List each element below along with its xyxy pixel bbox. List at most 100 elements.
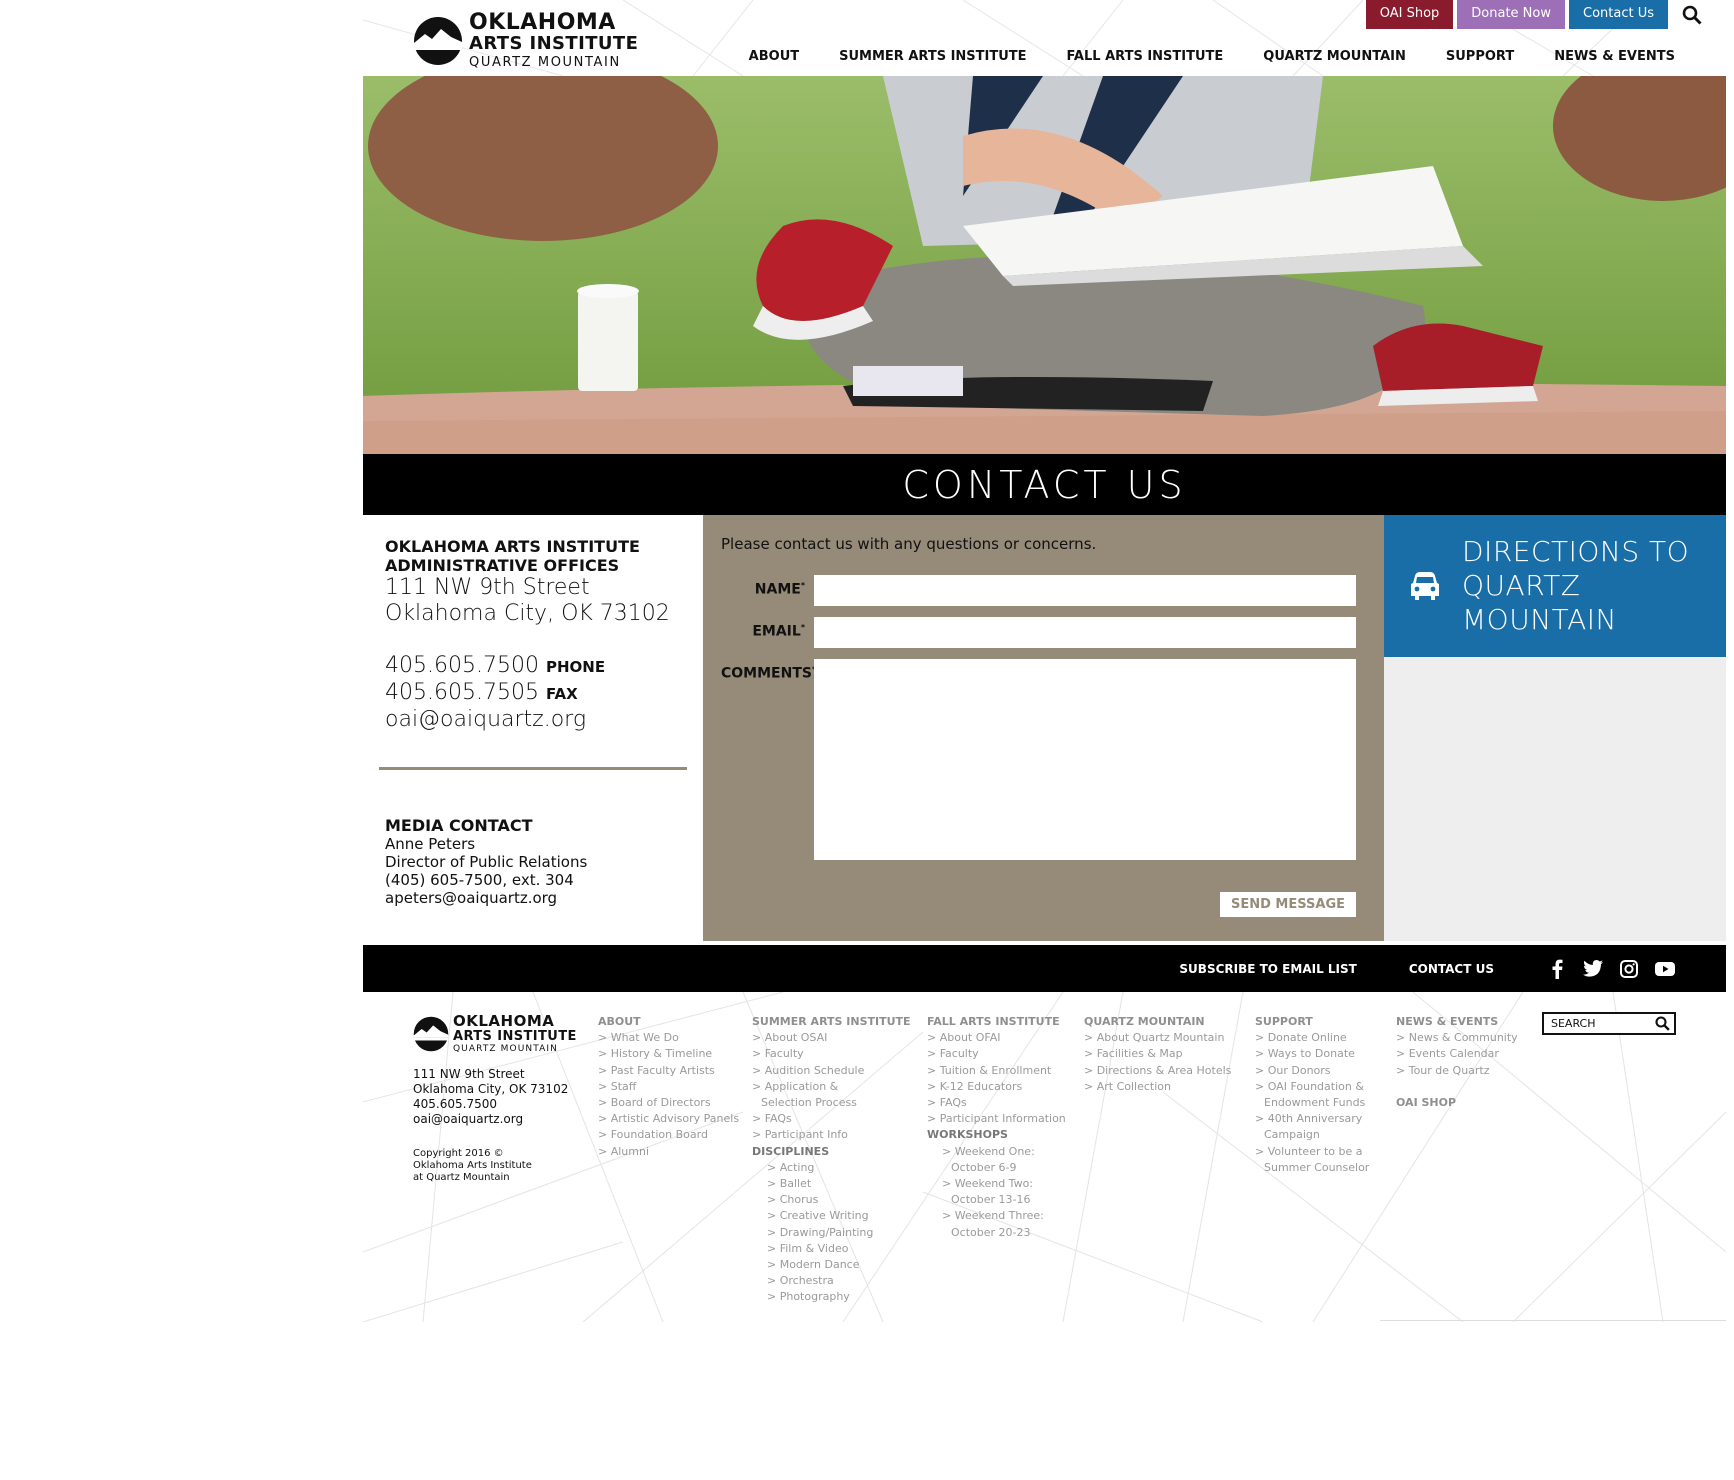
office-email[interactable]: oai@oaiquartz.org (385, 707, 681, 733)
footer-link[interactable]: > Creative Writing (752, 1208, 911, 1224)
footer-link[interactable]: > OAI Foundation & (1255, 1079, 1369, 1095)
footer-link[interactable]: > 40th Anniversary (1255, 1111, 1369, 1127)
nav-quartz-mountain[interactable]: QUARTZ MOUNTAIN (1263, 49, 1406, 64)
footer-link[interactable]: > Participant Info (752, 1127, 911, 1143)
footer-link[interactable]: > Tuition & Enrollment (927, 1063, 1066, 1079)
footer-link[interactable]: > Audition Schedule (752, 1063, 911, 1079)
twitter-icon[interactable] (1582, 958, 1604, 980)
footer-link[interactable]: > Acting (752, 1160, 911, 1176)
footer-link[interactable]: > Directions & Area Hotels (1084, 1063, 1231, 1079)
footer-link[interactable]: > Alumni (598, 1144, 739, 1160)
footer-link[interactable]: > Participant Information (927, 1111, 1066, 1127)
footer-link[interactable]: Summer Counselor (1255, 1160, 1369, 1176)
instagram-icon[interactable] (1618, 958, 1640, 980)
contact-form: Please contact us with any questions or … (703, 515, 1384, 941)
footer-link[interactable]: Campaign (1255, 1127, 1369, 1143)
footer-search-input[interactable]: SEARCH (1542, 1012, 1676, 1035)
footer-heading-support[interactable]: SUPPORT (1255, 1014, 1369, 1030)
footer-link[interactable]: > About Quartz Mountain (1084, 1030, 1231, 1046)
nav-summer-arts-institute[interactable]: SUMMER ARTS INSTITUTE (839, 49, 1026, 64)
footer-link[interactable]: > Facilities & Map (1084, 1046, 1231, 1062)
footer-link[interactable]: > Donate Online (1255, 1030, 1369, 1046)
footer-link[interactable]: > Tour de Quartz (1396, 1063, 1518, 1079)
footer-heading-summer[interactable]: SUMMER ARTS INSTITUTE (752, 1014, 911, 1030)
logo-line3: QUARTZ MOUNTAIN (469, 55, 621, 70)
facebook-icon[interactable] (1546, 958, 1568, 980)
media-contact-email[interactable]: apeters@oaiquartz.org (385, 889, 681, 907)
footer-link[interactable]: > K-12 Educators (927, 1079, 1066, 1095)
footer-link[interactable]: > Volunteer to be a (1255, 1144, 1369, 1160)
email-row: EMAIL* (721, 617, 1356, 648)
youtube-icon[interactable] (1654, 958, 1676, 980)
footer-link[interactable]: > FAQs (927, 1095, 1066, 1111)
footer-link[interactable]: > Weekend Three: (927, 1208, 1066, 1224)
footer-link[interactable]: > Application & (752, 1079, 911, 1095)
footer-heading-fall[interactable]: FALL ARTS INSTITUTE (927, 1014, 1066, 1030)
footer-link[interactable]: > About OFAI (927, 1030, 1066, 1046)
contact-us-button[interactable]: Contact Us (1569, 0, 1668, 29)
sidebar: DIRECTIONS TO QUARTZ MOUNTAIN (1384, 515, 1726, 941)
footer-logo-line1: OKLAHOMA (453, 1012, 555, 1030)
footer-link[interactable]: Selection Process (752, 1095, 911, 1111)
name-field[interactable] (814, 575, 1356, 606)
footer-link[interactable]: > Our Donors (1255, 1063, 1369, 1079)
footer-link-date: October 13-16 (951, 1193, 1031, 1207)
footer-link[interactable]: > Art Collection (1084, 1079, 1231, 1095)
name-label: NAME* (754, 581, 805, 598)
footer-contact-link[interactable]: CONTACT US (1409, 962, 1494, 976)
footer-link[interactable]: > FAQs (752, 1111, 911, 1127)
site-logo[interactable]: OKLAHOMA ARTS INSTITUTE QUARTZ MOUNTAIN (413, 12, 638, 69)
directions-link[interactable]: DIRECTIONS TO QUARTZ MOUNTAIN (1384, 515, 1726, 657)
footer-link[interactable]: > Staff (598, 1079, 739, 1095)
office-phone[interactable]: 405.605.7500 (385, 653, 539, 678)
footer-link[interactable]: > Ways to Donate (1255, 1046, 1369, 1062)
footer-link[interactable]: > Faculty (927, 1046, 1066, 1062)
footer-heading-about[interactable]: ABOUT (598, 1014, 739, 1030)
page-title: CONTACT US (902, 462, 1187, 507)
footer-link[interactable]: > Events Calendar (1396, 1046, 1518, 1062)
footer-subheading-disciplines: DISCIPLINES (752, 1144, 830, 1158)
footer-link[interactable]: > Ballet (752, 1176, 911, 1192)
nav-support[interactable]: SUPPORT (1446, 49, 1514, 64)
nav-about[interactable]: ABOUT (749, 49, 799, 64)
donate-now-button[interactable]: Donate Now (1457, 0, 1565, 29)
footer-email[interactable]: oai@oaiquartz.org (413, 1112, 568, 1127)
footer-link[interactable]: > Board of Directors (598, 1095, 739, 1111)
footer-link[interactable]: > News & Community (1396, 1030, 1518, 1046)
nav-news-events[interactable]: NEWS & EVENTS (1554, 49, 1675, 64)
footer-link[interactable]: > Foundation Board (598, 1127, 739, 1143)
footer-logo-mountain-icon (413, 1016, 449, 1052)
office-title-2: ADMINISTRATIVE OFFICES (385, 556, 620, 575)
footer-col-news: NEWS & EVENTS > News & Community > Event… (1396, 1014, 1518, 1111)
oai-shop-button[interactable]: OAI Shop (1365, 0, 1454, 29)
footer-link[interactable]: > Chorus (752, 1192, 911, 1208)
footer-heading-news[interactable]: NEWS & EVENTS (1396, 1014, 1518, 1030)
footer-logo[interactable]: OKLAHOMA ARTS INSTITUTE QUARTZ MOUNTAIN (413, 1014, 577, 1054)
comments-field[interactable] (814, 659, 1356, 860)
copyright-line1: Copyright 2016 © (413, 1148, 504, 1159)
footer-link[interactable]: > Photography (752, 1289, 911, 1305)
email-field[interactable] (814, 617, 1356, 648)
footer-link[interactable]: > Weekend Two: (927, 1176, 1066, 1192)
footer-oai-shop[interactable]: OAI SHOP (1396, 1095, 1518, 1111)
footer-link[interactable]: > Past Faculty Artists (598, 1063, 739, 1079)
search-icon[interactable] (1678, 0, 1706, 29)
footer-link[interactable]: > Drawing/Painting (752, 1225, 911, 1241)
send-message-button[interactable]: SEND MESSAGE (1219, 892, 1356, 917)
footer-link[interactable]: Endowment Funds (1255, 1095, 1369, 1111)
footer-link[interactable]: > Faculty (752, 1046, 911, 1062)
footer-link[interactable]: > Orchestra (752, 1273, 911, 1289)
subscribe-link[interactable]: SUBSCRIBE TO EMAIL LIST (1179, 962, 1356, 976)
footer-address: 111 NW 9th Street Oklahoma City, OK 7310… (413, 1067, 568, 1127)
footer-link[interactable]: > Artistic Advisory Panels (598, 1111, 739, 1127)
footer-link[interactable]: > History & Timeline (598, 1046, 739, 1062)
nav-fall-arts-institute[interactable]: FALL ARTS INSTITUTE (1067, 49, 1224, 64)
footer-link[interactable]: > Film & Video (752, 1241, 911, 1257)
footer-link[interactable]: > Modern Dance (752, 1257, 911, 1273)
footer-search-icon[interactable] (1655, 1016, 1670, 1031)
footer-link[interactable]: > Weekend One: (927, 1144, 1066, 1160)
footer-heading-quartz[interactable]: QUARTZ MOUNTAIN (1084, 1014, 1231, 1030)
footer-link[interactable]: > About OSAI (752, 1030, 911, 1046)
footer-subheading-workshops: WORKSHOPS (927, 1128, 1008, 1142)
footer-link[interactable]: > What We Do (598, 1030, 739, 1046)
